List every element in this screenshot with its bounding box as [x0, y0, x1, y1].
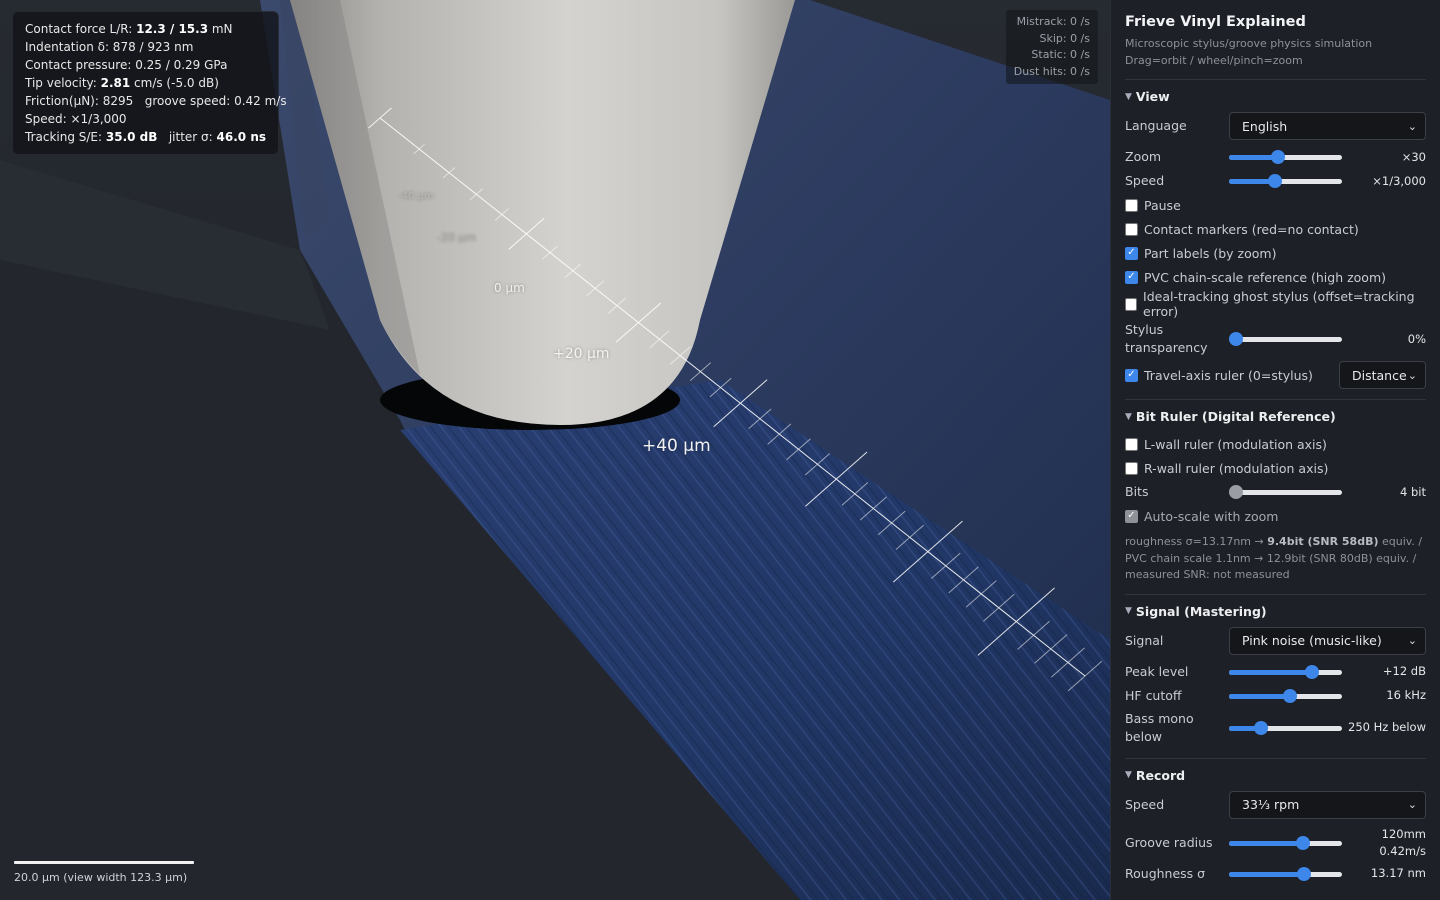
app-title: Frieve Vinyl Explained	[1125, 14, 1306, 30]
ruler-label-minus20: -20 μm	[437, 231, 477, 244]
chevron-down-icon: ⌄	[1407, 119, 1417, 133]
hf-cutoff-slider[interactable]	[1229, 688, 1342, 703]
ghost-stylus-checkbox[interactable]: Ideal-tracking ghost stylus (offset=trac…	[1125, 289, 1426, 319]
scale-bar: 20.0 μm (view width 123.3 μm)	[14, 861, 194, 884]
groove-radius-label: Groove radius	[1125, 834, 1213, 850]
app-subtitle: Microscopic stylus/groove physics simula…	[1125, 37, 1373, 50]
signal-label: Signal	[1125, 632, 1164, 648]
bass-mono-value: 250 Hz below	[1348, 720, 1426, 734]
transparency-value: 0%	[1407, 331, 1426, 346]
dust-hits-rate: Dust hits: 0 /s	[1013, 64, 1090, 78]
signal-select[interactable]: Pink noise (music-like) ⌄	[1229, 626, 1426, 655]
peak-level-value: +12 dB	[1382, 664, 1426, 678]
static-rate: Static: 0 /s	[1031, 48, 1090, 61]
collapse-triangle-icon: ▼	[1125, 411, 1132, 422]
language-select[interactable]: English ⌄	[1229, 112, 1426, 140]
section-record[interactable]: ▼ Record	[1125, 768, 1426, 783]
view-speed-slider[interactable]	[1229, 174, 1342, 188]
tracking-readout: Tracking S/E: 35.0 dB jitter σ: 46.0 ns	[25, 130, 267, 144]
roughness-value: 13.17 nm	[1370, 866, 1426, 880]
view-speed-label: Speed	[1125, 173, 1165, 188]
section-bit-ruler[interactable]: ▼ Bit Ruler (Digital Reference)	[1125, 409, 1426, 424]
contact-pressure-readout: Contact pressure: 0.25 / 0.29 GPa	[25, 58, 228, 72]
scale-bar-label: 20.0 μm (view width 123.3 μm)	[14, 871, 188, 884]
collapse-triangle-icon: ▼	[1125, 770, 1132, 780]
roughness-slider[interactable]	[1229, 866, 1342, 881]
hf-cutoff-value: 16 kHz	[1386, 688, 1426, 702]
record-speed-select[interactable]: 33⅓ rpm ⌄	[1229, 790, 1426, 819]
view-speed-value: ×1/3,000	[1372, 173, 1426, 188]
contact-force-readout: Contact force L/R: 12.3 / 15.3 mN	[25, 22, 233, 36]
bit-ruler-note: roughness σ=13.17nm → 9.4bit (SNR 58dB) …	[1125, 535, 1423, 581]
zoom-slider[interactable]	[1229, 150, 1342, 164]
bass-mono-label: Bass mono below	[1125, 710, 1194, 744]
simulation-viewport[interactable]: -40 μm -20 μm 0 μm +20 μm +40 μm Contact…	[0, 0, 1110, 900]
bass-mono-slider[interactable]	[1229, 720, 1342, 735]
zoom-label: Zoom	[1125, 149, 1162, 164]
roughness-label: Roughness σ	[1125, 865, 1206, 881]
event-rates-overlay: Mistrack: 0 /s Skip: 0 /s Static: 0 /s D…	[1005, 10, 1098, 84]
peak-level-slider[interactable]	[1229, 664, 1342, 679]
groove-radius-slider[interactable]	[1229, 835, 1342, 850]
part-labels-checkbox[interactable]: ✓ Part labels (by zoom)	[1125, 241, 1426, 265]
zoom-value: ×30	[1401, 149, 1426, 164]
scale-bar-line	[14, 861, 194, 864]
r-wall-ruler-checkbox[interactable]: R-wall ruler (modulation axis)	[1125, 456, 1426, 480]
collapse-triangle-icon: ▼	[1125, 606, 1132, 616]
contact-markers-checkbox[interactable]: Contact markers (red=no contact)	[1125, 217, 1426, 241]
groove-radius-value: 120mm 0.42m/s	[1379, 826, 1426, 858]
indentation-readout: Indentation δ: 878 / 923 nm	[25, 40, 194, 54]
speed-readout: Speed: ×1/3,000	[25, 112, 127, 126]
auto-scale-checkbox[interactable]: ✓ Auto-scale with zoom	[1125, 504, 1426, 528]
pvc-reference-checkbox[interactable]: ✓ PVC chain-scale reference (high zoom)	[1125, 265, 1426, 289]
bits-value: 4 bit	[1400, 484, 1426, 499]
l-wall-ruler-checkbox[interactable]: L-wall ruler (modulation axis)	[1125, 432, 1426, 456]
ruler-label-plus20: +20 μm	[553, 346, 610, 362]
app-hint: Drag=orbit / wheel/pinch=zoom	[1125, 54, 1303, 67]
stats-overlay: Contact force L/R: 12.3 / 15.3 mN Indent…	[12, 11, 287, 155]
control-panel: Frieve Vinyl Explained Microscopic stylu…	[1110, 0, 1440, 900]
section-signal[interactable]: ▼ Signal (Mastering)	[1125, 604, 1426, 619]
mistrack-rate: Mistrack: 0 /s	[1016, 15, 1090, 28]
friction-readout: Friction(μN): 8295 groove speed: 0.42 m/…	[25, 94, 287, 108]
travel-mode-select[interactable]: Distance ⌄	[1339, 361, 1426, 389]
transparency-slider[interactable]	[1229, 332, 1342, 346]
bits-label: Bits	[1125, 484, 1149, 499]
hf-cutoff-label: HF cutoff	[1125, 687, 1182, 703]
travel-ruler-checkbox[interactable]: ✓ Travel-axis ruler (0=stylus)	[1125, 363, 1339, 387]
chevron-down-icon: ⌄	[1407, 634, 1417, 647]
bits-slider[interactable]	[1229, 485, 1342, 499]
ruler-label-minus40: -40 μm	[398, 191, 434, 202]
chevron-down-icon: ⌄	[1407, 798, 1417, 811]
transparency-label: Stylus transparency	[1125, 322, 1208, 355]
skip-rate: Skip: 0 /s	[1039, 31, 1090, 45]
collapse-triangle-icon: ▼	[1125, 91, 1132, 102]
record-speed-label: Speed	[1125, 796, 1165, 812]
chevron-down-icon: ⌄	[1407, 368, 1417, 382]
language-label: Language	[1125, 118, 1187, 133]
section-view[interactable]: ▼ View	[1125, 89, 1426, 104]
ruler-label-plus40: +40 μm	[642, 436, 711, 456]
tip-velocity-readout: Tip velocity: 2.81 cm/s (-5.0 dB)	[25, 76, 219, 90]
pause-checkbox[interactable]: Pause	[1125, 193, 1426, 217]
peak-level-label: Peak level	[1125, 663, 1189, 679]
ruler-label-zero: 0 μm	[494, 281, 525, 295]
